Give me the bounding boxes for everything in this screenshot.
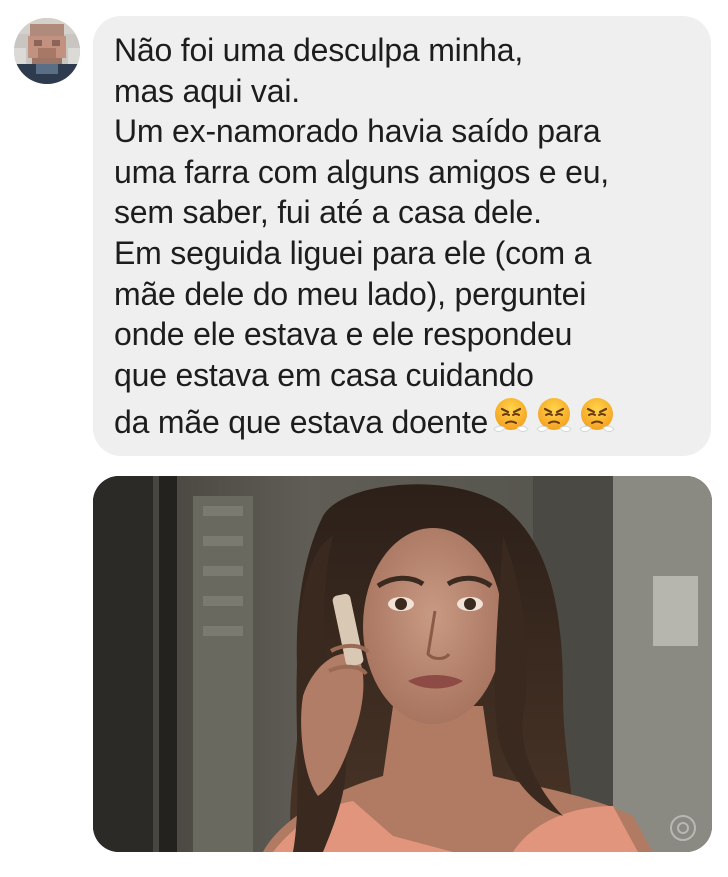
face-with-steam-from-nose-icon [579,398,615,433]
message-line-text: da mãe que estava doente [114,404,489,441]
message-line: Um ex-namorado havia saído para [114,113,601,150]
message-line: onde ele estava e ele respondeu [114,316,573,353]
message-line: mas aqui vai. [114,72,300,109]
face-with-steam-from-nose-icon [536,398,572,433]
message-line: sem saber, fui até a casa dele. [114,194,542,231]
message-line: Em seguida liguei para ele (com a [114,234,592,271]
message-line-last: da mãe que estava doente [114,395,711,447]
woman-on-phone-image [93,476,712,852]
attached-image[interactable] [93,476,712,852]
avatar-pixelated-image [14,18,80,84]
message-line: que estava em casa cuidando [114,356,534,393]
message-bubble[interactable]: Não foi uma desculpa minha, mas aqui vai… [93,16,711,456]
message-line: Não foi uma desculpa minha, [114,32,524,68]
message-line: uma farra com alguns amigos e eu, [114,153,609,190]
message-line: mãe dele do meu lado), perguntei [114,275,587,312]
face-with-steam-from-nose-icon [493,398,529,433]
avatar[interactable] [14,18,80,84]
emoji-group [490,395,619,447]
